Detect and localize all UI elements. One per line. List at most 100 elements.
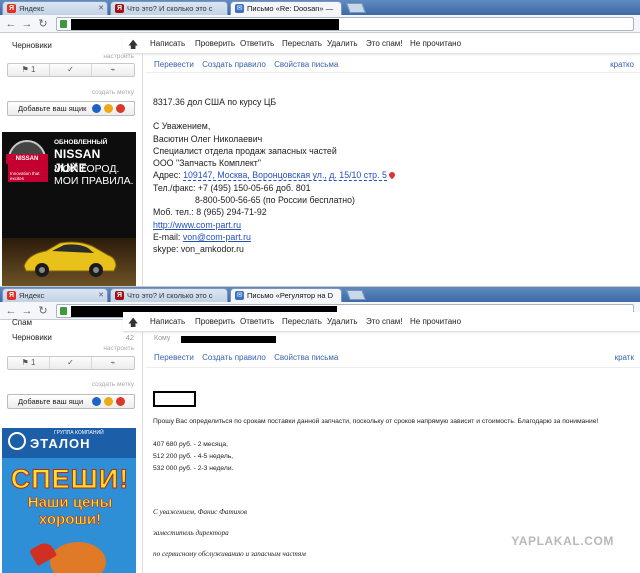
tab-yandex[interactable]: Я Яндекс ✕ [2, 1, 108, 15]
compose-button[interactable]: Написать [150, 39, 185, 48]
tab-yaplakal[interactable]: Я Что это? И сколько это с [110, 288, 228, 302]
reload-icon[interactable]: ↻ [36, 17, 50, 31]
ad-line3: МОЙ ГОРОД. МОИ ПРАВИЛА. [54, 163, 134, 187]
reply-button[interactable]: Ответить [240, 39, 274, 48]
spam-button[interactable]: Это спам! [366, 39, 403, 48]
redacted-greeting [153, 391, 196, 407]
cat-image [50, 542, 106, 573]
forward-arrow-icon[interactable]: → [20, 304, 34, 318]
back-arrow-icon[interactable]: ← [4, 17, 18, 31]
nissan-ad-banner[interactable]: NISSAN Innovation that excites ОБНОВЛЕНН… [2, 132, 136, 286]
yandex-icon: Я [7, 4, 16, 13]
create-label-link[interactable]: создать метку [92, 89, 134, 96]
flag-button[interactable]: ⚑ 1 [8, 64, 50, 76]
ad-line1: ОБНОВЛЕННЫЙ [54, 139, 108, 146]
website-link[interactable]: http://www.com-part.ru [153, 220, 241, 230]
tab-bar: Я Яндекс ✕ Я Что это? И сколько это с ✉ … [0, 287, 640, 302]
check-button[interactable]: ✓ [50, 64, 92, 76]
map-pin-icon[interactable] [387, 171, 397, 180]
flag-button[interactable]: ⚑ 1 [8, 357, 50, 369]
check-button[interactable]: ✓ [50, 357, 92, 369]
flag-icon: ⚑ [21, 358, 29, 367]
tab-mail[interactable]: ✉ Письмо «Re: Doosan» — [230, 1, 342, 15]
tab-label: Яндекс [19, 4, 45, 13]
settings-link[interactable]: настроить [103, 345, 134, 352]
signature-department: по сервисному обслуживанию и запасным ча… [153, 550, 306, 558]
translate-link[interactable]: Перевести [154, 60, 194, 69]
ad-brand: ЭТАЛОН [30, 436, 91, 451]
compose-button[interactable]: Написать [150, 317, 185, 326]
attach-button[interactable]: ⌁ [92, 357, 134, 369]
price-option-1: 407 680 руб. - 2 месяца, [153, 441, 228, 448]
etalon-ad-banner[interactable]: ГРУППА КОМПАНИЙ ЭТАЛОН СПЕШИ! Наши цены … [2, 428, 136, 573]
check-mail-button[interactable]: Проверить [195, 39, 235, 48]
mark-unread-button[interactable]: Не прочитано [410, 317, 461, 326]
folder-spam[interactable]: Спам [12, 318, 32, 327]
brief-view-link[interactable]: кратко [610, 60, 634, 69]
up-arrow-icon[interactable]: 🡅 [128, 38, 138, 55]
close-icon[interactable]: ✕ [98, 291, 104, 299]
add-mailbox-button[interactable]: Добавьте ваш ящи [7, 394, 135, 409]
tab-yandex[interactable]: Я Яндекс ✕ [2, 288, 108, 302]
price-option-3: 532 000 руб. - 2-3 недели. [153, 465, 234, 472]
rambler-icon [116, 104, 125, 113]
gmail-icon [104, 104, 113, 113]
reply-button[interactable]: Ответить [240, 317, 274, 326]
yellow-car-image [23, 241, 117, 277]
mailru-icon [92, 104, 101, 113]
add-mailbox-button[interactable]: Добавьте ваш ящик [7, 101, 135, 116]
new-tab-button[interactable] [346, 3, 366, 13]
up-arrow-icon[interactable]: 🡅 [128, 316, 138, 333]
divider [146, 367, 640, 368]
yandex-icon: Я [7, 291, 16, 300]
forward-button[interactable]: Переслать [282, 39, 322, 48]
tab-yaplakal[interactable]: Я Что это? И сколько это с [110, 1, 228, 15]
tab-label: Письмо «Re: Doosan» — [247, 4, 334, 13]
paperclip-icon: ⌁ [110, 358, 116, 367]
email-link[interactable]: von@com-part.ru [183, 232, 251, 242]
mark-unread-button[interactable]: Не прочитано [410, 39, 461, 48]
address-link[interactable]: 109147, Москва, Воронцовская ул., д. 15/… [183, 170, 387, 182]
create-label-link[interactable]: создать метку [92, 381, 134, 388]
phone-line-2: 8-800-500-56-65 (по России бесплатно) [195, 195, 355, 206]
folder-drafts[interactable]: Черновики [12, 41, 52, 50]
signature-name: С уважением, Фанис Фатихов [153, 508, 247, 516]
spam-button[interactable]: Это спам! [366, 317, 403, 326]
forward-button[interactable]: Переслать [282, 317, 322, 326]
browser-window-top: Я Яндекс ✕ Я Что это? И сколько это с ✉ … [0, 0, 640, 286]
recipient-label: Кому [154, 335, 171, 342]
redacted-url [71, 19, 339, 30]
brief-view-link[interactable]: кратк [615, 353, 634, 362]
folder-drafts[interactable]: Черновики [12, 333, 52, 342]
create-rule-link[interactable]: Создать правило [202, 353, 266, 362]
check-icon: ✓ [67, 65, 74, 74]
forward-arrow-icon[interactable]: → [20, 17, 34, 31]
tab-label: Письмо «Регулятор на D [247, 291, 334, 300]
create-rule-link[interactable]: Создать правило [202, 60, 266, 69]
address-bar[interactable] [56, 17, 634, 31]
new-tab-button[interactable] [346, 290, 366, 300]
sender-name: Васютин Олег Николаевич [153, 133, 263, 144]
label-toolbar: ⚑ 1 ✓ ⌁ [7, 63, 135, 77]
reload-icon[interactable]: ↻ [36, 304, 50, 318]
message-properties-link[interactable]: Свойства письма [274, 60, 338, 69]
message-properties-link[interactable]: Свойства письма [274, 353, 338, 362]
close-icon[interactable]: ✕ [98, 4, 104, 12]
drafts-count: 42 [125, 333, 134, 342]
watermark: YAPLAKAL.COM [511, 534, 614, 548]
tab-mail[interactable]: ✉ Письмо «Регулятор на D [230, 288, 342, 302]
lock-icon [60, 307, 67, 315]
paperclip-icon: ⌁ [110, 65, 116, 74]
tab-label: Что это? И сколько это с [127, 291, 213, 300]
back-arrow-icon[interactable]: ← [4, 304, 18, 318]
attach-button[interactable]: ⌁ [92, 64, 134, 76]
mail-toolbar: 🡅 Написать Проверить Ответить Переслать … [123, 34, 640, 54]
phone-line: Тел./факс: +7 (495) 150-05-66 доб. 801 [153, 182, 311, 193]
price-line: 8317.36 дол США по курсу ЦБ [153, 97, 277, 107]
check-mail-button[interactable]: Проверить [195, 317, 235, 326]
translate-link[interactable]: Перевести [154, 353, 194, 362]
sidebar: Черновики настроить ⚑ 1 ✓ ⌁ создать метк… [0, 34, 143, 286]
delete-button[interactable]: Удалить [327, 39, 358, 48]
price-option-2: 512 200 руб. - 4-5 недель, [153, 453, 234, 460]
delete-button[interactable]: Удалить [327, 317, 358, 326]
